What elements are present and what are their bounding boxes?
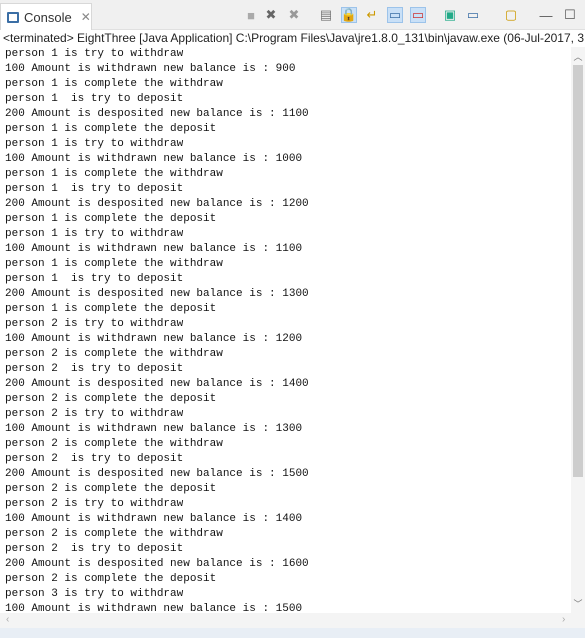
console-line: person 3 is try to withdraw xyxy=(5,588,184,600)
console-line: person 2 is complete the withdraw xyxy=(5,348,223,360)
display-console-icon[interactable]: ▭ xyxy=(465,7,481,23)
console-line: person 2 is try to withdraw xyxy=(5,318,184,330)
horizontal-scrollbar[interactable]: ‹ › xyxy=(0,613,585,628)
console-icon xyxy=(7,11,19,23)
console-line: person 2 is try to deposit xyxy=(5,363,184,375)
tab-label: Console xyxy=(24,9,72,25)
console-line: 200 Amount is desposited new balance is … xyxy=(5,558,309,570)
show-on-stdout-icon[interactable]: ▭ xyxy=(387,7,403,23)
remove-launch-icon[interactable]: ✖ xyxy=(263,7,279,23)
console-line: person 2 is complete the withdraw xyxy=(5,528,223,540)
scroll-left-icon[interactable]: ‹ xyxy=(6,614,9,625)
close-icon[interactable]: ✕ xyxy=(81,10,91,24)
scrollbar-thumb[interactable] xyxy=(573,65,583,477)
console-line: person 1 is try to deposit xyxy=(5,93,184,105)
open-console-icon[interactable]: ▢ xyxy=(503,7,519,23)
show-on-stderr-icon[interactable]: ▭ xyxy=(410,7,426,23)
console-line: person 1 is try to withdraw xyxy=(5,48,184,60)
console-line: person 2 is complete the deposit xyxy=(5,573,217,585)
remove-all-terminated-icon[interactable]: ✖ xyxy=(286,7,302,23)
vertical-scrollbar[interactable]: ︿ ﹀ xyxy=(571,47,585,613)
console-line: 100 Amount is withdrawn new balance is :… xyxy=(5,513,303,525)
console-line: 100 Amount is withdrawn new balance is :… xyxy=(5,603,303,613)
scroll-up-icon[interactable]: ︿ xyxy=(571,50,585,63)
console-line: 200 Amount is desposited new balance is … xyxy=(5,198,309,210)
console-line: person 2 is try to withdraw xyxy=(5,498,184,510)
console-line: person 1 is complete the deposit xyxy=(5,303,217,315)
minimize-icon[interactable]: — xyxy=(538,7,554,23)
console-line: person 2 is complete the deposit xyxy=(5,393,217,405)
console-view-toolbar: Console ✕ ■ ✖ ✖ ▤ 🔒 ↵ ▭ ▭ ▣ ▭ ▢ — ☐ xyxy=(0,0,585,30)
console-line: 100 Amount is withdrawn new balance is :… xyxy=(5,423,303,435)
console-line: 100 Amount is withdrawn new balance is :… xyxy=(5,333,303,345)
process-status-label: <terminated> EightThree [Java Applicatio… xyxy=(0,30,585,47)
console-line: 200 Amount is desposited new balance is … xyxy=(5,468,309,480)
console-line: person 2 is try to deposit xyxy=(5,543,184,555)
console-line: person 1 is complete the deposit xyxy=(5,123,217,135)
console-line: person 2 is complete the deposit xyxy=(5,483,217,495)
console-line: person 1 is complete the withdraw xyxy=(5,168,223,180)
console-line: 100 Amount is withdrawn new balance is :… xyxy=(5,153,303,165)
console-line: 200 Amount is desposited new balance is … xyxy=(5,288,309,300)
tab-console[interactable]: Console ✕ xyxy=(0,3,92,30)
console-line: person 1 is try to withdraw xyxy=(5,228,184,240)
console-line: person 2 is try to deposit xyxy=(5,453,184,465)
console-line: 200 Amount is desposited new balance is … xyxy=(5,108,309,120)
console-line: person 1 is try to deposit xyxy=(5,273,184,285)
pin-console-icon[interactable]: ▣ xyxy=(442,7,458,23)
console-line: 200 Amount is desposited new balance is … xyxy=(5,378,309,390)
console-line: 100 Amount is withdrawn new balance is :… xyxy=(5,243,303,255)
console-line: person 2 is try to withdraw xyxy=(5,408,184,420)
console-line: person 1 is complete the deposit xyxy=(5,213,217,225)
word-wrap-icon[interactable]: ↵ xyxy=(364,7,380,23)
console-line: person 1 is try to withdraw xyxy=(5,138,184,150)
console-line: person 1 is complete the withdraw xyxy=(5,78,223,90)
scroll-lock-icon[interactable]: 🔒 xyxy=(341,7,357,23)
terminate-icon[interactable]: ■ xyxy=(243,7,259,23)
console-line: person 1 is complete the withdraw xyxy=(5,258,223,270)
console-line: 100 Amount is withdrawn new balance is :… xyxy=(5,63,296,75)
maximize-icon[interactable]: ☐ xyxy=(562,7,578,23)
clear-console-icon[interactable]: ▤ xyxy=(318,7,334,23)
scroll-down-icon[interactable]: ﹀ xyxy=(571,597,585,610)
console-line: person 2 is complete the withdraw xyxy=(5,438,223,450)
status-bar xyxy=(0,628,585,638)
console-line: person 1 is try to deposit xyxy=(5,183,184,195)
scroll-right-icon[interactable]: › xyxy=(562,614,565,625)
console-output[interactable]: person 1 is try to withdraw 100 Amount is… xyxy=(0,47,571,613)
